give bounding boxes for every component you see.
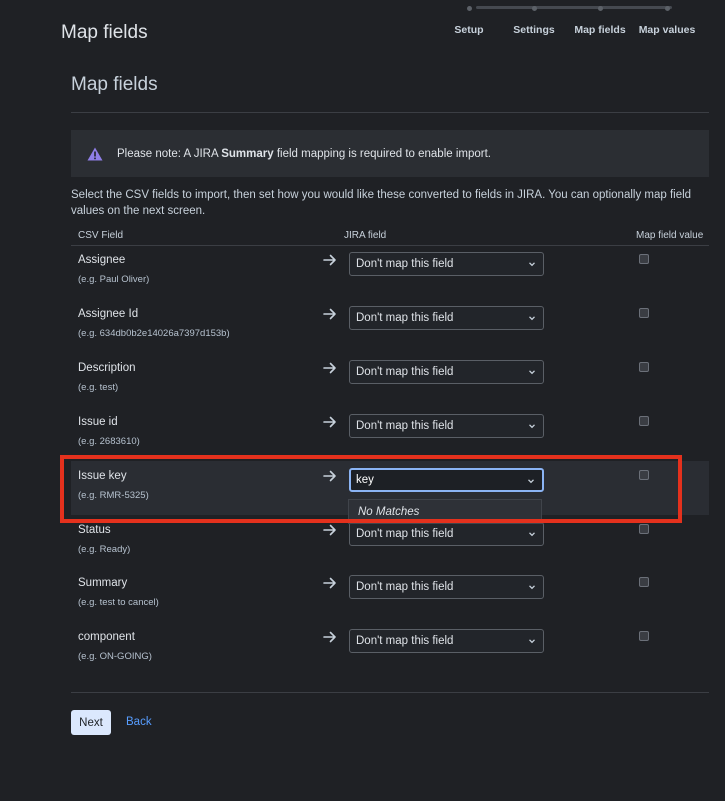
field-example: (e.g. Paul Oliver) xyxy=(78,274,149,285)
chevron-down-icon xyxy=(528,260,536,268)
jira-field-select-value: Don't map this field xyxy=(356,312,453,324)
jira-field-select[interactable]: Don't map this field xyxy=(349,306,544,330)
intro-text: Select the CSV fields to import, then se… xyxy=(71,187,716,219)
chevron-down-icon xyxy=(527,477,535,485)
arrow-right-icon xyxy=(323,416,339,430)
field-name: Description xyxy=(78,362,136,374)
field-name: Assignee Id xyxy=(78,308,138,320)
jira-field-select-value: Don't map this field xyxy=(356,366,453,378)
field-name: Issue id xyxy=(78,416,118,428)
map-field-value-checkbox[interactable] xyxy=(639,362,649,372)
jira-field-select[interactable]: Don't map this field xyxy=(349,414,544,438)
arrow-right-icon xyxy=(323,631,339,645)
jira-field-search[interactable] xyxy=(349,468,544,492)
field-name: component xyxy=(78,631,135,643)
map-field-value-checkbox[interactable] xyxy=(639,524,649,534)
jira-field-select-value: Don't map this field xyxy=(356,528,453,540)
chevron-down-icon xyxy=(528,422,536,430)
arrow-right-icon xyxy=(323,254,339,268)
jira-field-select-value: Don't map this field xyxy=(356,258,453,270)
field-example: (e.g. test to cancel) xyxy=(78,597,159,608)
jira-field-select-value: Don't map this field xyxy=(356,581,453,593)
notice-banner: Please note: A JIRA Summary field mappin… xyxy=(71,130,709,177)
field-example: (e.g. test) xyxy=(78,382,118,393)
field-name: Issue key xyxy=(78,470,127,482)
table-row: component (e.g. ON-GOING) Don't map this… xyxy=(71,622,709,676)
no-matches-dropdown: No Matches xyxy=(348,499,542,524)
step-map-values: Map values xyxy=(634,23,700,37)
table-row: Summary (e.g. test to cancel) Don't map … xyxy=(71,568,709,622)
field-example: (e.g. RMR-5325) xyxy=(78,490,149,501)
jira-field-select-value: Don't map this field xyxy=(356,420,453,432)
table-row: Assignee (e.g. Paul Oliver) Don't map th… xyxy=(71,245,709,299)
chevron-down-icon xyxy=(528,637,536,645)
step-settings: Settings xyxy=(501,23,567,37)
table-row: Issue id (e.g. 2683610) Don't map this f… xyxy=(71,407,709,461)
chevron-down-icon xyxy=(528,368,536,376)
map-field-value-checkbox[interactable] xyxy=(639,308,649,318)
field-name: Status xyxy=(78,524,111,536)
arrow-right-icon xyxy=(323,308,339,322)
chevron-down-icon xyxy=(528,530,536,538)
step-setup: Setup xyxy=(436,23,502,37)
divider xyxy=(71,112,709,113)
map-field-value-checkbox[interactable] xyxy=(639,416,649,426)
no-matches-message: No Matches xyxy=(358,506,419,518)
step-map-fields: Map fields xyxy=(567,23,633,37)
jira-field-select[interactable]: Don't map this field xyxy=(349,629,544,653)
footer-divider xyxy=(71,692,709,693)
chevron-down-icon xyxy=(528,583,536,591)
warning-icon xyxy=(87,147,103,161)
column-header-jira-field: JIRA field xyxy=(344,230,386,241)
table-row: Assignee Id (e.g. 634db0b2e14026a7397d15… xyxy=(71,299,709,353)
next-button[interactable]: Next xyxy=(71,710,111,735)
arrow-right-icon xyxy=(323,362,339,376)
progress-tracker: Setup Settings Map fields Map values xyxy=(440,0,710,60)
notice-emphasis: Summary xyxy=(221,148,273,160)
section-title: Map fields xyxy=(71,74,158,96)
progress-track xyxy=(476,6,672,9)
column-header-csv-field: CSV Field xyxy=(78,230,123,241)
field-name: Assignee xyxy=(78,254,125,266)
map-field-value-checkbox[interactable] xyxy=(639,254,649,264)
jira-field-select[interactable]: Don't map this field xyxy=(349,522,544,546)
page-title: Map fields xyxy=(61,22,148,44)
map-field-value-checkbox[interactable] xyxy=(639,470,649,480)
notice-text: Please note: A JIRA Summary field mappin… xyxy=(117,148,491,160)
jira-field-select[interactable]: Don't map this field xyxy=(349,252,544,276)
field-example: (e.g. Ready) xyxy=(78,544,130,555)
field-example: (e.g. ON-GOING) xyxy=(78,651,152,662)
arrow-right-icon xyxy=(323,577,339,591)
arrow-right-icon xyxy=(323,470,339,484)
map-field-value-checkbox[interactable] xyxy=(639,577,649,587)
back-link[interactable]: Back xyxy=(126,716,152,728)
map-field-value-checkbox[interactable] xyxy=(639,631,649,641)
jira-field-search-input[interactable] xyxy=(356,474,506,486)
column-header-map-field-value: Map field value xyxy=(636,230,703,241)
jira-field-select-value: Don't map this field xyxy=(356,635,453,647)
chevron-down-icon xyxy=(528,314,536,322)
jira-field-select[interactable]: Don't map this field xyxy=(349,360,544,384)
field-name: Summary xyxy=(78,577,127,589)
arrow-right-icon xyxy=(323,524,339,538)
field-example: (e.g. 634db0b2e14026a7397d153b) xyxy=(78,328,230,339)
jira-field-select[interactable]: Don't map this field xyxy=(349,575,544,599)
field-example: (e.g. 2683610) xyxy=(78,436,140,447)
table-row: Description (e.g. test) Don't map this f… xyxy=(71,353,709,407)
